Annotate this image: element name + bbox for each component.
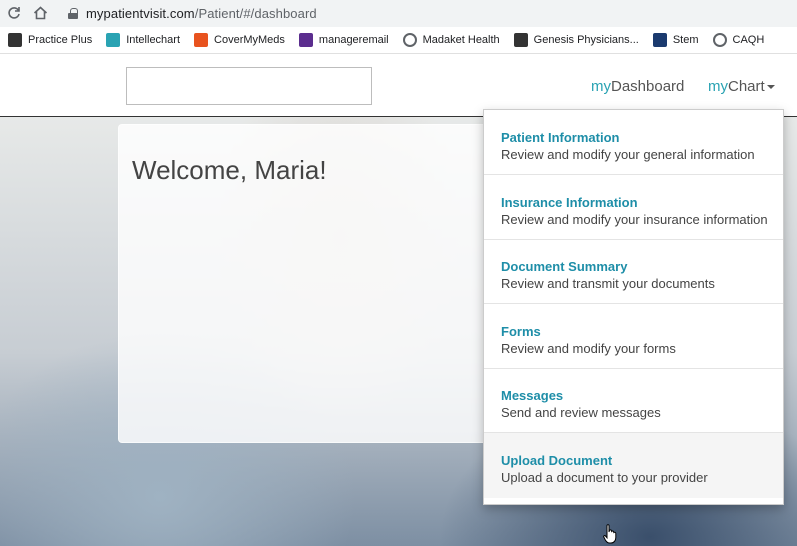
welcome-heading: Welcome, Maria! [132, 155, 327, 185]
practice-plus-icon [8, 33, 22, 47]
bookmark-label: Stem [672, 34, 699, 46]
menu-item-title: Patient Information [501, 130, 620, 145]
reload-icon[interactable] [4, 3, 24, 23]
url-text: mypatientvisit.com/Patient/#/dashboard [86, 5, 317, 21]
nav-my-dashboard[interactable]: myDashboard [591, 78, 684, 95]
bookmark-item[interactable]: Intellechart [106, 33, 180, 47]
menu-item-messages[interactable]: Messages Send and review messages [484, 368, 783, 433]
covermymeds-icon [194, 33, 209, 47]
home-icon[interactable] [30, 3, 50, 23]
menu-item-document-summary[interactable]: Document Summary Review and transmit your… [484, 239, 783, 304]
menu-item-patient-information[interactable]: Patient Information Review and modify you… [484, 110, 783, 175]
bookmark-label: Intellechart [126, 34, 181, 46]
bookmark-item[interactable]: Madaket Health [402, 33, 500, 47]
bookmark-item[interactable]: CoverMyMeds [194, 33, 285, 47]
globe-icon [402, 33, 417, 47]
menu-item-title: Messages [501, 388, 564, 403]
menu-item-subtitle: Send and review messages [501, 405, 661, 420]
menu-item-title: Upload Document [501, 452, 613, 468]
top-navigation: myDashboard myChart [0, 54, 797, 117]
hand-cursor-icon [603, 524, 617, 544]
bookmark-item[interactable]: CAQH [712, 33, 765, 47]
page-content: myDashboard myChart Welcome, Maria! Pati… [0, 54, 797, 546]
menu-item-title: Insurance Information [501, 194, 638, 210]
menu-item-subtitle: Review and modify your forms [501, 340, 676, 356]
nav-chart-prefix: my [708, 78, 728, 95]
bookmark-label: Madaket Health [422, 34, 500, 46]
bookmark-item[interactable]: Genesis Physicians... [513, 33, 639, 47]
lock-icon [68, 7, 78, 19]
my-chart-dropdown-menu: Patient Information Review and modify you… [483, 109, 784, 505]
bookmark-label: manageremail [318, 34, 389, 46]
bookmark-label: Genesis Physicians... [533, 34, 639, 46]
bookmark-label: Practice Plus [28, 34, 93, 46]
menu-item-insurance-information[interactable]: Insurance Information Review and modify y… [484, 175, 783, 240]
address-bar[interactable]: mypatientvisit.com/Patient/#/dashboard [62, 2, 762, 24]
nav-my-chart[interactable]: myChart [708, 78, 775, 95]
email-icon [298, 33, 313, 47]
nav-dashboard-prefix: my [591, 78, 611, 95]
bookmark-item[interactable]: Stem [652, 33, 699, 47]
nav-chart-label: Chart [728, 78, 765, 95]
genesis-icon [513, 33, 528, 47]
logo-placeholder[interactable] [126, 67, 372, 105]
bookmark-label: CoverMyMeds [214, 34, 285, 46]
intellechart-icon [106, 33, 121, 47]
browser-toolbar: mypatientvisit.com/Patient/#/dashboard [0, 0, 797, 27]
menu-item-title: Document Summary [501, 259, 628, 274]
bookmark-item[interactable]: Practice Plus [8, 33, 92, 47]
bookmarks-bar: Practice Plus Intellechart CoverMyMeds mana… [0, 27, 797, 54]
menu-item-title: Forms [501, 323, 541, 339]
menu-item-subtitle: Review and modify your insurance informa… [501, 211, 768, 227]
menu-item-subtitle: Review and transmit your documents [501, 276, 715, 291]
bookmark-label: CAQH [732, 34, 765, 46]
menu-item-subtitle: Upload a document to your provider [501, 469, 708, 485]
bookmark-item[interactable]: manageremail [298, 33, 389, 47]
caret-down-icon [766, 85, 775, 90]
globe-icon [712, 33, 727, 47]
stem-icon [652, 33, 667, 47]
nav-dashboard-label: Dashboard [611, 78, 685, 95]
menu-item-subtitle: Review and modify your general informati… [501, 147, 755, 162]
menu-item-forms[interactable]: Forms Review and modify your forms [484, 304, 783, 369]
menu-item-upload-document[interactable]: Upload Document Upload a document to your… [484, 432, 783, 498]
